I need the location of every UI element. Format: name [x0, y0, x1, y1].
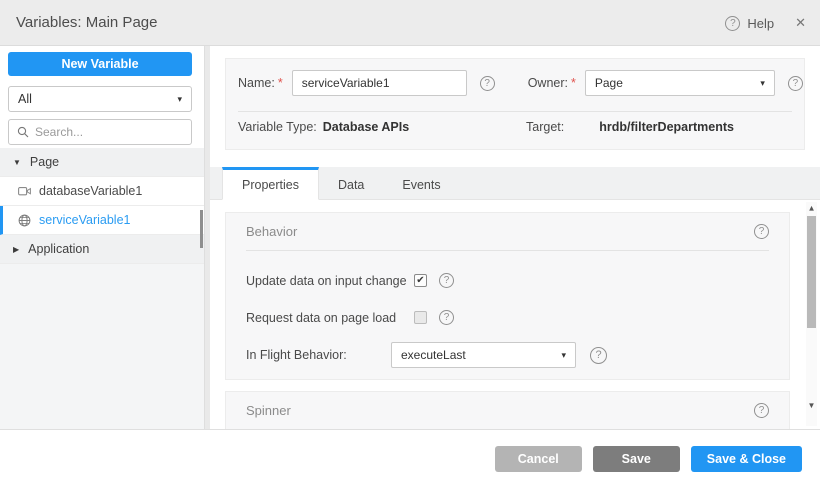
in-flight-label: In Flight Behavior:: [246, 348, 391, 362]
summary-divider: [238, 111, 792, 112]
tree-item-databaseVariable1[interactable]: databaseVariable1: [0, 177, 204, 206]
spinner-section: Spinner ?: [225, 391, 790, 429]
dialog-footer: Cancel Save Save & Close: [0, 429, 820, 487]
search-icon: [17, 126, 29, 138]
spinner-section-header: Spinner ?: [226, 392, 789, 429]
name-owner-row: Name: * ? Owner: * Page ▾ ?: [238, 69, 792, 97]
chevron-down-icon: ▾: [561, 350, 566, 361]
tree-group-application-label: Application: [28, 242, 89, 256]
variable-editor: Name: * ? Owner: * Page ▾ ? Variable Typ…: [210, 46, 820, 429]
in-flight-row: In Flight Behavior: executeLast ▾ ?: [226, 342, 789, 368]
target-label: Target:: [526, 120, 564, 134]
required-asterisk: *: [278, 76, 283, 90]
variable-summary-panel: Name: * ? Owner: * Page ▾ ? Variable Typ…: [225, 58, 805, 150]
tree-group-application[interactable]: ▶ Application: [0, 235, 204, 264]
variables-dialog: Variables: Main Page ? Help ✕ New Variab…: [0, 0, 820, 487]
sidebar-scrollbar-thumb[interactable]: [200, 210, 203, 248]
owner-group: Owner: * Page ▾ ?: [528, 70, 803, 96]
type-target-row: Variable Type: Database APIs Target: hrd…: [238, 120, 792, 146]
name-label: Name:: [238, 76, 275, 90]
update-data-label: Update data on input change: [246, 274, 414, 288]
scrollbar-down-icon[interactable]: ▼: [806, 400, 817, 412]
tree-item-label-selected: serviceVariable1: [39, 213, 130, 227]
update-data-checkbox[interactable]: ✔: [414, 274, 427, 287]
in-flight-select[interactable]: executeLast ▾: [391, 342, 576, 368]
save-close-button[interactable]: Save & Close: [691, 446, 802, 472]
spinner-help-icon[interactable]: ?: [754, 403, 769, 418]
properties-scrollbar[interactable]: ▼ ▼: [806, 202, 817, 426]
editor-tabs: Properties Data Events: [210, 167, 820, 200]
service-variable-icon: [17, 214, 31, 227]
behavior-section-header: Behavior ?: [226, 213, 789, 250]
variable-type-label: Variable Type:: [238, 120, 317, 134]
help-icon[interactable]: ?: [725, 16, 740, 31]
tree-item-serviceVariable1[interactable]: serviceVariable1: [0, 206, 204, 235]
database-variable-icon: [17, 186, 31, 197]
variable-filter-select[interactable]: All ▾: [8, 86, 192, 112]
cancel-button[interactable]: Cancel: [495, 446, 582, 472]
tree-item-label: databaseVariable1: [39, 184, 142, 198]
scrollbar-up-icon[interactable]: ▼: [806, 202, 817, 214]
target-value: hrdb/filterDepartments: [599, 120, 734, 134]
footer-buttons: Cancel Save Save & Close: [495, 446, 802, 472]
help-link[interactable]: Help: [747, 16, 774, 31]
spinner-section-title: Spinner: [246, 403, 291, 418]
behavior-section-divider: [246, 250, 769, 251]
sidebar-empty-area: [0, 264, 204, 429]
close-icon[interactable]: ✕: [795, 15, 806, 31]
tab-properties[interactable]: Properties: [222, 167, 319, 200]
tab-events[interactable]: Events: [383, 167, 459, 199]
tree-group-page[interactable]: ▼ Page: [0, 148, 204, 177]
name-help-icon[interactable]: ?: [480, 76, 495, 91]
request-data-label: Request data on page load: [246, 311, 414, 325]
variable-type-value: Database APIs: [323, 120, 409, 134]
new-variable-button[interactable]: New Variable: [8, 52, 192, 76]
chevron-down-icon: ▾: [177, 94, 182, 105]
chevron-collapsed-icon: ▶: [13, 245, 19, 254]
dialog-header: Variables: Main Page ? Help ✕: [0, 0, 820, 46]
variable-filter-value: All: [18, 92, 32, 106]
owner-help-icon[interactable]: ?: [788, 76, 803, 91]
request-data-help-icon[interactable]: ?: [439, 310, 454, 325]
variables-sidebar: New Variable All ▾ ▼ Page databaseVariab…: [0, 46, 204, 429]
request-data-checkbox[interactable]: [414, 311, 427, 324]
variable-search-box: [8, 119, 192, 145]
page-title: Variables: Main Page: [16, 14, 157, 31]
in-flight-select-value: executeLast: [401, 348, 466, 362]
target-group: Target: hrdb/filterDepartments: [526, 120, 734, 134]
save-button[interactable]: Save: [593, 446, 680, 472]
behavior-section-title: Behavior: [246, 224, 297, 239]
in-flight-help-icon[interactable]: ?: [590, 347, 607, 364]
required-asterisk: *: [571, 76, 576, 90]
update-data-row: Update data on input change ✔ ?: [226, 273, 789, 288]
chevron-down-icon: ▾: [760, 78, 765, 89]
header-actions: ? Help ✕: [725, 0, 806, 46]
chevron-expanded-icon: ▼: [13, 158, 21, 167]
scrollbar-thumb[interactable]: [807, 216, 816, 328]
owner-select-value: Page: [595, 76, 623, 90]
variables-tree: ▼ Page databaseVariable1 serviceVariable…: [0, 148, 204, 264]
owner-select[interactable]: Page ▾: [585, 70, 775, 96]
update-data-help-icon[interactable]: ?: [439, 273, 454, 288]
properties-panel: Behavior ? Update data on input change ✔…: [210, 200, 802, 429]
search-input[interactable]: [35, 125, 183, 139]
owner-label: Owner:: [528, 76, 568, 90]
behavior-help-icon[interactable]: ?: [754, 224, 769, 239]
behavior-section: Behavior ? Update data on input change ✔…: [225, 212, 790, 380]
variable-type-group: Variable Type: Database APIs: [238, 120, 409, 134]
check-icon: ✔: [416, 276, 424, 286]
name-input[interactable]: [292, 70, 467, 96]
request-data-row: Request data on page load ?: [226, 310, 789, 325]
tree-group-page-label: Page: [30, 155, 59, 169]
tab-data[interactable]: Data: [319, 167, 383, 199]
